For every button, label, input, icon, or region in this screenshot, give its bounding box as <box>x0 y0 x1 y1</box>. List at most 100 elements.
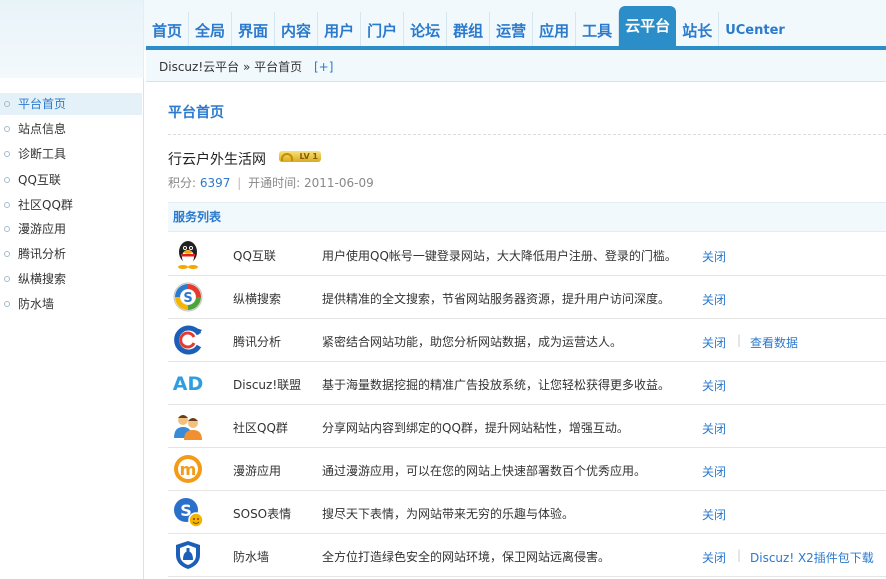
service-name: SOSO表情 <box>233 507 292 521</box>
sidebar-item-label: 纵横搜索 <box>18 272 67 286</box>
service-description: 提供精准的全文搜索，节省网站服务器资源，提升用户访问深度。 <box>322 292 671 306</box>
breadcrumb-arrow: » <box>242 60 251 74</box>
breadcrumb-current: 平台首页 <box>254 60 303 74</box>
nav-item-tools[interactable]: 工具 <box>576 12 620 46</box>
sidebar-item-tencent-analytics[interactable]: 腾讯分析 <box>0 243 142 265</box>
service-description: 基于海量数据挖掘的精准广告投放系统，让您轻松获得更多收益。 <box>322 378 671 392</box>
site-name: 行云户外生活网 <box>168 152 266 168</box>
points-value: 6397 <box>199 176 231 190</box>
close-service-link[interactable]: 关闭 <box>702 248 726 265</box>
nav-item-group[interactable]: 群组 <box>447 12 491 46</box>
bullet-icon <box>4 276 10 282</box>
qq-group-icon <box>174 415 202 440</box>
close-service-link[interactable]: 关闭 <box>702 334 726 351</box>
service-name: 社区QQ群 <box>233 421 288 435</box>
bullet-icon <box>4 226 10 232</box>
nav-item-style[interactable]: 界面 <box>232 12 276 46</box>
service-name: 防水墙 <box>233 550 270 564</box>
divider <box>168 134 886 135</box>
action-separator: | <box>737 333 742 347</box>
close-service-link[interactable]: 关闭 <box>702 549 726 566</box>
meta-separator: | <box>237 176 242 190</box>
sidebar-item-firewall[interactable]: 防水墙 <box>0 293 142 315</box>
site-meta: 积分: 6397 | 开通时间: 2011-06-09 <box>168 174 374 191</box>
bullet-icon <box>4 126 10 132</box>
sidebar-item-label: 防水墙 <box>18 297 55 311</box>
nav-item-operation[interactable]: 运营 <box>490 12 534 46</box>
bullet-icon <box>4 202 10 208</box>
soso-search-icon: S <box>173 282 203 312</box>
breadcrumb-root: Discuz!云平台 <box>159 60 240 74</box>
close-service-link[interactable]: 关闭 <box>702 291 726 308</box>
svg-text:m: m <box>180 460 197 479</box>
sidebar-item-diagnostic-tools[interactable]: 诊断工具 <box>0 143 142 165</box>
nav-item-content[interactable]: 内容 <box>275 12 319 46</box>
open-time-value: 2011-06-09 <box>304 176 374 190</box>
sidebar-item-label: 漫游应用 <box>18 222 67 236</box>
sidebar-item-label: 社区QQ群 <box>18 198 73 212</box>
level-badge-icon: LV 1 <box>279 151 321 162</box>
service-name: QQ互联 <box>233 249 276 263</box>
nav-item-home[interactable]: 首页 <box>146 12 190 46</box>
service-row-union: AD Discuz!联盟 基于海量数据挖掘的精准广告投放系统，让您轻松获得更多收… <box>168 362 886 405</box>
service-name: 腾讯分析 <box>233 335 282 349</box>
sidebar: 平台首页 站点信息 诊断工具 QQ互联 社区QQ群 漫游应用 腾讯分析 纵横搜索… <box>0 78 144 579</box>
sidebar-item-manyou[interactable]: 漫游应用 <box>0 218 142 240</box>
breadcrumb: Discuz!云平台 » 平台首页 [+] <box>146 50 886 82</box>
bullet-icon <box>4 251 10 257</box>
nav-item-portal[interactable]: 门户 <box>361 12 405 46</box>
close-service-link[interactable]: 关闭 <box>702 506 726 523</box>
service-row-search: S 纵横搜索 提供精准的全文搜索，节省网站服务器资源，提升用户访问深度。 关闭 <box>168 276 886 319</box>
close-service-link[interactable]: 关闭 <box>702 420 726 437</box>
service-description: 紧密结合网站功能，助您分析网站数据，成为运营达人。 <box>322 335 623 349</box>
add-shortcut-link[interactable]: [+] <box>314 60 333 74</box>
page-title: 平台首页 <box>168 105 224 121</box>
services-header: 服务列表 <box>168 202 886 232</box>
service-row-analytics: 腾讯分析 紧密结合网站功能，助您分析网站数据，成为运营达人。 关闭 | 查看数据 <box>168 319 886 362</box>
nav-item-apps[interactable]: 应用 <box>533 12 577 46</box>
sidebar-item-qq-connect[interactable]: QQ互联 <box>0 169 142 191</box>
logo-area <box>0 0 144 78</box>
analytics-icon <box>174 325 202 355</box>
sidebar-item-label: 平台首页 <box>18 97 67 111</box>
service-name: Discuz!联盟 <box>233 378 302 392</box>
sidebar-item-search[interactable]: 纵横搜索 <box>0 268 142 290</box>
service-name: 漫游应用 <box>233 464 282 478</box>
service-description: 分享网站内容到绑定的QQ群，提升网站粘性，增强互动。 <box>322 421 629 435</box>
service-row-qq-group: 社区QQ群 分享网站内容到绑定的QQ群，提升网站粘性，增强互动。 关闭 <box>168 405 886 448</box>
nav-item-ucenter[interactable]: UCenter <box>719 12 791 46</box>
service-description: 搜尽天下表情，为网站带来无穷的乐趣与体验。 <box>322 507 575 521</box>
service-description: 通过漫游应用，可以在您的网站上快速部署数百个优秀应用。 <box>322 464 647 478</box>
nav-item-cloud[interactable]: 云平台 <box>619 6 677 46</box>
svg-text:S: S <box>183 291 192 306</box>
nav-item-founder[interactable]: 站长 <box>676 12 720 46</box>
sidebar-item-platform-home[interactable]: 平台首页 <box>0 93 142 115</box>
sidebar-item-site-info[interactable]: 站点信息 <box>0 118 142 140</box>
view-data-link[interactable]: 查看数据 <box>750 334 798 351</box>
ad-union-icon: AD <box>173 373 203 395</box>
plugin-download-link[interactable]: Discuz! X2插件包下载 <box>750 549 874 566</box>
bullet-icon <box>4 151 10 157</box>
open-time-label: 开通时间: <box>248 176 301 190</box>
close-service-link[interactable]: 关闭 <box>702 463 726 480</box>
service-description: 全方位打造绿色安全的网站环境，保卫网站远离侵害。 <box>322 550 611 564</box>
nav-item-user[interactable]: 用户 <box>318 12 362 46</box>
main-content: 平台首页 行云户外生活网 LV 1 积分: 6397 | 开通时间: 2011-… <box>146 82 886 579</box>
bullet-icon <box>4 301 10 307</box>
sidebar-item-label: 诊断工具 <box>18 147 67 161</box>
top-navigation: 首页 全局 界面 内容 用户 门户 论坛 群组 运营 应用 工具 云平台 站长 … <box>146 6 791 46</box>
bullet-icon <box>4 177 10 183</box>
nav-item-global[interactable]: 全局 <box>189 12 233 46</box>
service-row-manyou: m 漫游应用 通过漫游应用，可以在您的网站上快速部署数百个优秀应用。 关闭 <box>168 448 886 491</box>
nav-item-forum[interactable]: 论坛 <box>404 12 448 46</box>
close-service-link[interactable]: 关闭 <box>702 377 726 394</box>
sidebar-item-label: QQ互联 <box>18 173 61 187</box>
bullet-icon <box>4 101 10 107</box>
service-name: 纵横搜索 <box>233 292 282 306</box>
service-row-firewall: 防水墙 全方位打造绿色安全的网站环境，保卫网站远离侵害。 关闭 | Discuz… <box>168 534 886 577</box>
action-separator: | <box>737 548 742 562</box>
sidebar-item-label: 站点信息 <box>18 122 67 136</box>
sidebar-item-qq-group[interactable]: 社区QQ群 <box>0 194 142 216</box>
firewall-shield-icon <box>176 541 200 569</box>
qq-penguin-icon <box>178 241 198 269</box>
